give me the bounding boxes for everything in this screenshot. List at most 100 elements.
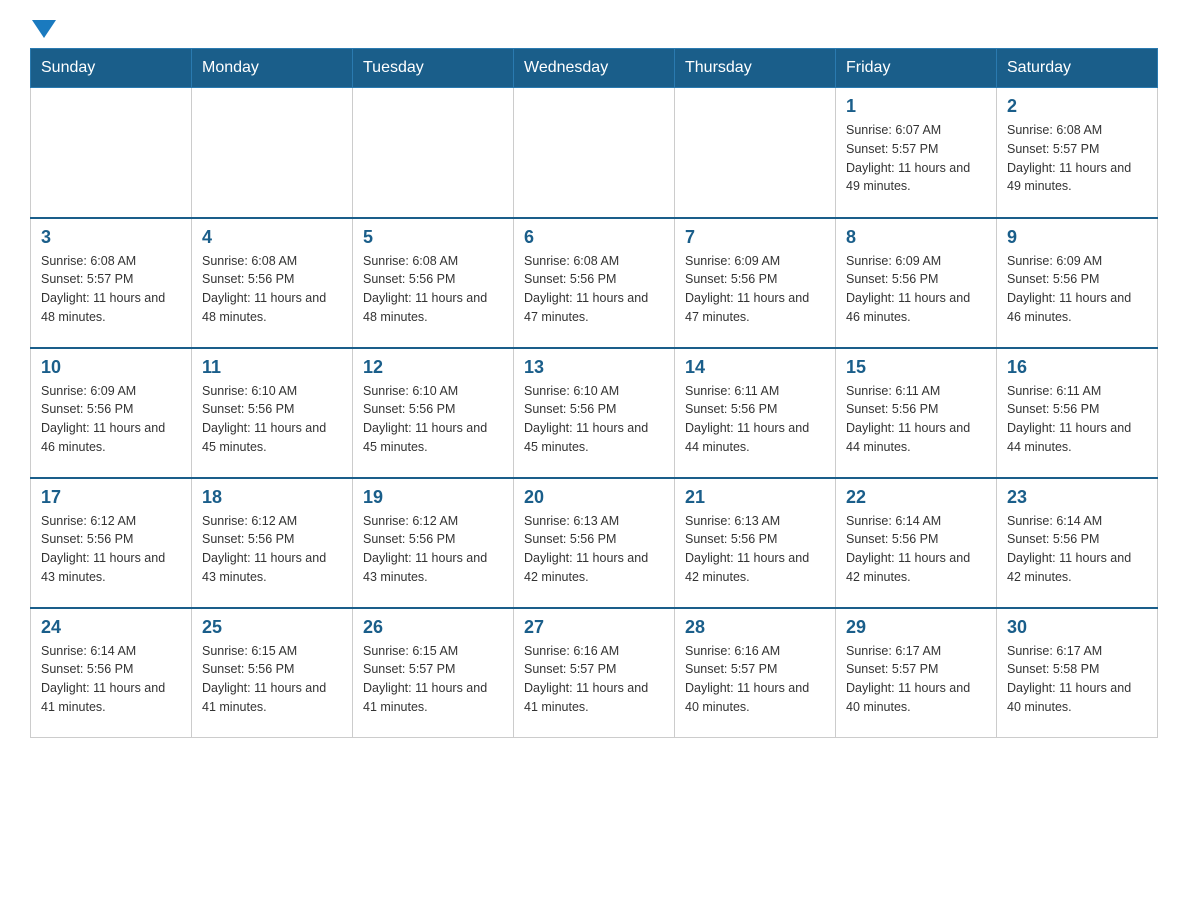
calendar-day-cell xyxy=(31,88,192,218)
calendar-day-cell: 8 Sunrise: 6:09 AM Sunset: 5:56 PM Daylig… xyxy=(836,218,997,348)
calendar-day-cell: 5Sunrise: 6:08 AM Sunset: 5:56 PM Daylig… xyxy=(353,218,514,348)
calendar-day-cell: 6 Sunrise: 6:08 AM Sunset: 5:56 PM Daylig… xyxy=(514,218,675,348)
day-number: 4 xyxy=(202,227,342,248)
day-info: Sunrise: 6:11 AM Sunset: 5:56 PM Dayligh… xyxy=(846,382,986,457)
calendar-day-cell: 22 Sunrise: 6:14 AM Sunset: 5:56 PM Dayli… xyxy=(836,478,997,608)
day-number: 3 xyxy=(41,227,181,248)
day-number: 25 xyxy=(202,617,342,638)
day-number: 15 xyxy=(846,357,986,378)
day-info: Sunrise: 6:13 AM Sunset: 5:56 PM Dayligh… xyxy=(685,512,825,587)
day-info: Sunrise: 6:08 AM Sunset: 5:56 PM Dayligh… xyxy=(524,252,664,327)
day-info: Sunrise: 6:08 AM Sunset: 5:56 PM Dayligh… xyxy=(202,252,342,327)
calendar-day-cell: 28 Sunrise: 6:16 AM Sunset: 5:57 PM Dayli… xyxy=(675,608,836,738)
weekday-header-row: SundayMondayTuesdayWednesdayThursdayFrid… xyxy=(31,49,1158,88)
calendar-day-cell: 24 Sunrise: 6:14 AM Sunset: 5:56 PM Dayli… xyxy=(31,608,192,738)
calendar-day-cell: 7 Sunrise: 6:09 AM Sunset: 5:56 PM Daylig… xyxy=(675,218,836,348)
calendar-day-cell: 20 Sunrise: 6:13 AM Sunset: 5:56 PM Dayli… xyxy=(514,478,675,608)
calendar-day-cell xyxy=(192,88,353,218)
logo xyxy=(30,20,58,38)
calendar-day-cell: 1Sunrise: 6:07 AM Sunset: 5:57 PM Daylig… xyxy=(836,88,997,218)
calendar-day-cell: 12 Sunrise: 6:10 AM Sunset: 5:56 PM Dayli… xyxy=(353,348,514,478)
day-number: 28 xyxy=(685,617,825,638)
day-info: Sunrise: 6:16 AM Sunset: 5:57 PM Dayligh… xyxy=(524,642,664,717)
weekday-header-wednesday: Wednesday xyxy=(514,49,675,88)
day-number: 16 xyxy=(1007,357,1147,378)
calendar-day-cell: 23 Sunrise: 6:14 AM Sunset: 5:56 PM Dayli… xyxy=(997,478,1158,608)
calendar-day-cell: 27 Sunrise: 6:16 AM Sunset: 5:57 PM Dayli… xyxy=(514,608,675,738)
day-number: 29 xyxy=(846,617,986,638)
weekday-header-saturday: Saturday xyxy=(997,49,1158,88)
day-number: 1 xyxy=(846,96,986,117)
day-number: 11 xyxy=(202,357,342,378)
day-number: 9 xyxy=(1007,227,1147,248)
day-info: Sunrise: 6:09 AM Sunset: 5:56 PM Dayligh… xyxy=(1007,252,1147,327)
calendar-day-cell: 4 Sunrise: 6:08 AM Sunset: 5:56 PM Daylig… xyxy=(192,218,353,348)
day-number: 30 xyxy=(1007,617,1147,638)
day-info: Sunrise: 6:15 AM Sunset: 5:56 PM Dayligh… xyxy=(202,642,342,717)
day-number: 26 xyxy=(363,617,503,638)
day-info: Sunrise: 6:09 AM Sunset: 5:56 PM Dayligh… xyxy=(685,252,825,327)
calendar-week-row: 10 Sunrise: 6:09 AM Sunset: 5:56 PM Dayli… xyxy=(31,348,1158,478)
day-number: 20 xyxy=(524,487,664,508)
day-info: Sunrise: 6:09 AM Sunset: 5:56 PM Dayligh… xyxy=(846,252,986,327)
day-number: 12 xyxy=(363,357,503,378)
page-header xyxy=(30,20,1158,38)
calendar-week-row: 1Sunrise: 6:07 AM Sunset: 5:57 PM Daylig… xyxy=(31,88,1158,218)
calendar-day-cell: 2 Sunrise: 6:08 AM Sunset: 5:57 PM Daylig… xyxy=(997,88,1158,218)
day-info: Sunrise: 6:10 AM Sunset: 5:56 PM Dayligh… xyxy=(202,382,342,457)
weekday-header-sunday: Sunday xyxy=(31,49,192,88)
day-info: Sunrise: 6:10 AM Sunset: 5:56 PM Dayligh… xyxy=(524,382,664,457)
calendar-day-cell: 25 Sunrise: 6:15 AM Sunset: 5:56 PM Dayli… xyxy=(192,608,353,738)
day-number: 21 xyxy=(685,487,825,508)
day-info: Sunrise: 6:13 AM Sunset: 5:56 PM Dayligh… xyxy=(524,512,664,587)
calendar-day-cell: 14Sunrise: 6:11 AM Sunset: 5:56 PM Dayli… xyxy=(675,348,836,478)
day-info: Sunrise: 6:12 AM Sunset: 5:56 PM Dayligh… xyxy=(363,512,503,587)
day-number: 18 xyxy=(202,487,342,508)
day-number: 17 xyxy=(41,487,181,508)
calendar-day-cell: 11 Sunrise: 6:10 AM Sunset: 5:56 PM Dayli… xyxy=(192,348,353,478)
day-number: 27 xyxy=(524,617,664,638)
calendar-day-cell: 30Sunrise: 6:17 AM Sunset: 5:58 PM Dayli… xyxy=(997,608,1158,738)
weekday-header-friday: Friday xyxy=(836,49,997,88)
day-number: 2 xyxy=(1007,96,1147,117)
day-number: 7 xyxy=(685,227,825,248)
day-info: Sunrise: 6:12 AM Sunset: 5:56 PM Dayligh… xyxy=(41,512,181,587)
calendar-day-cell: 13 Sunrise: 6:10 AM Sunset: 5:56 PM Dayli… xyxy=(514,348,675,478)
calendar-day-cell: 19 Sunrise: 6:12 AM Sunset: 5:56 PM Dayli… xyxy=(353,478,514,608)
day-number: 23 xyxy=(1007,487,1147,508)
day-info: Sunrise: 6:14 AM Sunset: 5:56 PM Dayligh… xyxy=(1007,512,1147,587)
calendar-day-cell: 29 Sunrise: 6:17 AM Sunset: 5:57 PM Dayli… xyxy=(836,608,997,738)
day-number: 24 xyxy=(41,617,181,638)
calendar-day-cell: 21 Sunrise: 6:13 AM Sunset: 5:56 PM Dayli… xyxy=(675,478,836,608)
calendar-day-cell xyxy=(353,88,514,218)
weekday-header-tuesday: Tuesday xyxy=(353,49,514,88)
day-info: Sunrise: 6:10 AM Sunset: 5:56 PM Dayligh… xyxy=(363,382,503,457)
day-info: Sunrise: 6:08 AM Sunset: 5:57 PM Dayligh… xyxy=(1007,121,1147,196)
calendar-day-cell: 3Sunrise: 6:08 AM Sunset: 5:57 PM Daylig… xyxy=(31,218,192,348)
day-number: 13 xyxy=(524,357,664,378)
calendar-table: SundayMondayTuesdayWednesdayThursdayFrid… xyxy=(30,48,1158,738)
day-number: 19 xyxy=(363,487,503,508)
day-info: Sunrise: 6:16 AM Sunset: 5:57 PM Dayligh… xyxy=(685,642,825,717)
day-info: Sunrise: 6:15 AM Sunset: 5:57 PM Dayligh… xyxy=(363,642,503,717)
day-info: Sunrise: 6:12 AM Sunset: 5:56 PM Dayligh… xyxy=(202,512,342,587)
weekday-header-thursday: Thursday xyxy=(675,49,836,88)
day-number: 10 xyxy=(41,357,181,378)
calendar-day-cell: 9 Sunrise: 6:09 AM Sunset: 5:56 PM Daylig… xyxy=(997,218,1158,348)
calendar-day-cell: 10 Sunrise: 6:09 AM Sunset: 5:56 PM Dayli… xyxy=(31,348,192,478)
day-number: 8 xyxy=(846,227,986,248)
day-info: Sunrise: 6:14 AM Sunset: 5:56 PM Dayligh… xyxy=(41,642,181,717)
day-number: 22 xyxy=(846,487,986,508)
day-info: Sunrise: 6:11 AM Sunset: 5:56 PM Dayligh… xyxy=(1007,382,1147,457)
day-info: Sunrise: 6:14 AM Sunset: 5:56 PM Dayligh… xyxy=(846,512,986,587)
day-info: Sunrise: 6:11 AM Sunset: 5:56 PM Dayligh… xyxy=(685,382,825,457)
calendar-day-cell: 26 Sunrise: 6:15 AM Sunset: 5:57 PM Dayli… xyxy=(353,608,514,738)
calendar-day-cell: 15 Sunrise: 6:11 AM Sunset: 5:56 PM Dayli… xyxy=(836,348,997,478)
calendar-week-row: 3Sunrise: 6:08 AM Sunset: 5:57 PM Daylig… xyxy=(31,218,1158,348)
calendar-day-cell xyxy=(675,88,836,218)
day-number: 6 xyxy=(524,227,664,248)
day-info: Sunrise: 6:09 AM Sunset: 5:56 PM Dayligh… xyxy=(41,382,181,457)
day-info: Sunrise: 6:17 AM Sunset: 5:57 PM Dayligh… xyxy=(846,642,986,717)
calendar-week-row: 17 Sunrise: 6:12 AM Sunset: 5:56 PM Dayli… xyxy=(31,478,1158,608)
day-info: Sunrise: 6:08 AM Sunset: 5:56 PM Dayligh… xyxy=(363,252,503,327)
